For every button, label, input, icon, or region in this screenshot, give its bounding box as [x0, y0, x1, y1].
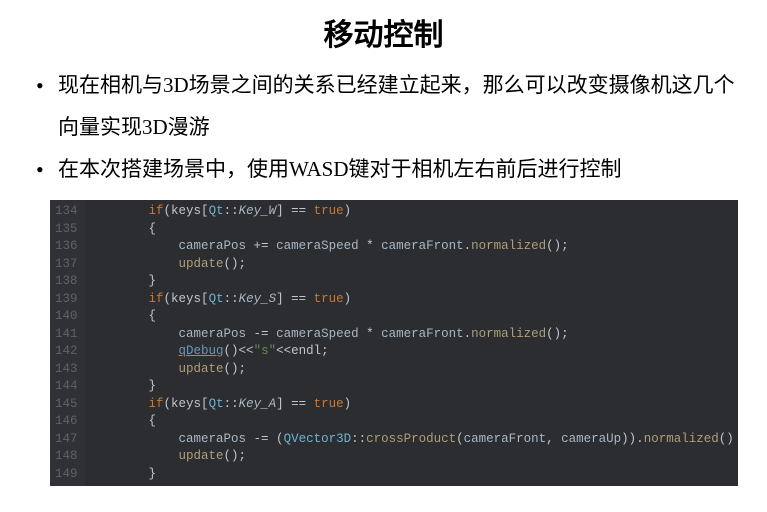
code-line: update();: [89, 256, 738, 274]
bullet-list: 现在相机与3D场景之间的关系已经建立起来，那么可以改变摄像机这几个向量实现3D漫…: [20, 64, 747, 190]
slide: 移动控制 现在相机与3D场景之间的关系已经建立起来，那么可以改变摄像机这几个向量…: [0, 0, 767, 486]
bullet-item: 在本次搭建场景中，使用WASD键对于相机左右前后进行控制: [30, 148, 742, 190]
line-number: 149: [55, 466, 78, 484]
code-line: update();: [89, 361, 738, 379]
line-number: 138: [55, 273, 78, 291]
code-line: {: [89, 221, 738, 239]
code-body: if(keys[Qt::Key_W] == true) { cameraPos …: [85, 200, 738, 486]
line-number: 143: [55, 361, 78, 379]
code-line: update();: [89, 448, 738, 466]
code-line: }: [89, 273, 738, 291]
bullet-item: 现在相机与3D场景之间的关系已经建立起来，那么可以改变摄像机这几个向量实现3D漫…: [30, 64, 742, 148]
line-number: 148: [55, 448, 78, 466]
line-number: 134: [55, 203, 78, 221]
line-number: 140: [55, 308, 78, 326]
code-screenshot: 1341351361371381391401411421431441451461…: [50, 200, 738, 486]
code-line: qDebug()<<"s"<<endl;: [89, 343, 738, 361]
code-gutter: 1341351361371381391401411421431441451461…: [50, 200, 85, 486]
line-number: 142: [55, 343, 78, 361]
code-line: if(keys[Qt::Key_S] == true): [89, 291, 738, 309]
code-line: }: [89, 378, 738, 396]
code-line: }: [89, 466, 738, 484]
code-line: {: [89, 308, 738, 326]
code-line: cameraPos -= cameraSpeed * cameraFront.n…: [89, 326, 738, 344]
code-line: {: [89, 413, 738, 431]
line-number: 144: [55, 378, 78, 396]
line-number: 136: [55, 238, 78, 256]
code-line: cameraPos += cameraSpeed * cameraFront.n…: [89, 238, 738, 256]
line-number: 135: [55, 221, 78, 239]
line-number: 141: [55, 326, 78, 344]
slide-title: 移动控制: [20, 10, 747, 54]
code-line: if(keys[Qt::Key_A] == true): [89, 396, 738, 414]
line-number: 137: [55, 256, 78, 274]
code-line: cameraPos -= (QVector3D::crossProduct(ca…: [89, 431, 738, 449]
line-number: 147: [55, 431, 78, 449]
line-number: 139: [55, 291, 78, 309]
line-number: 145: [55, 396, 78, 414]
line-number: 146: [55, 413, 78, 431]
code-line: if(keys[Qt::Key_W] == true): [89, 203, 738, 221]
